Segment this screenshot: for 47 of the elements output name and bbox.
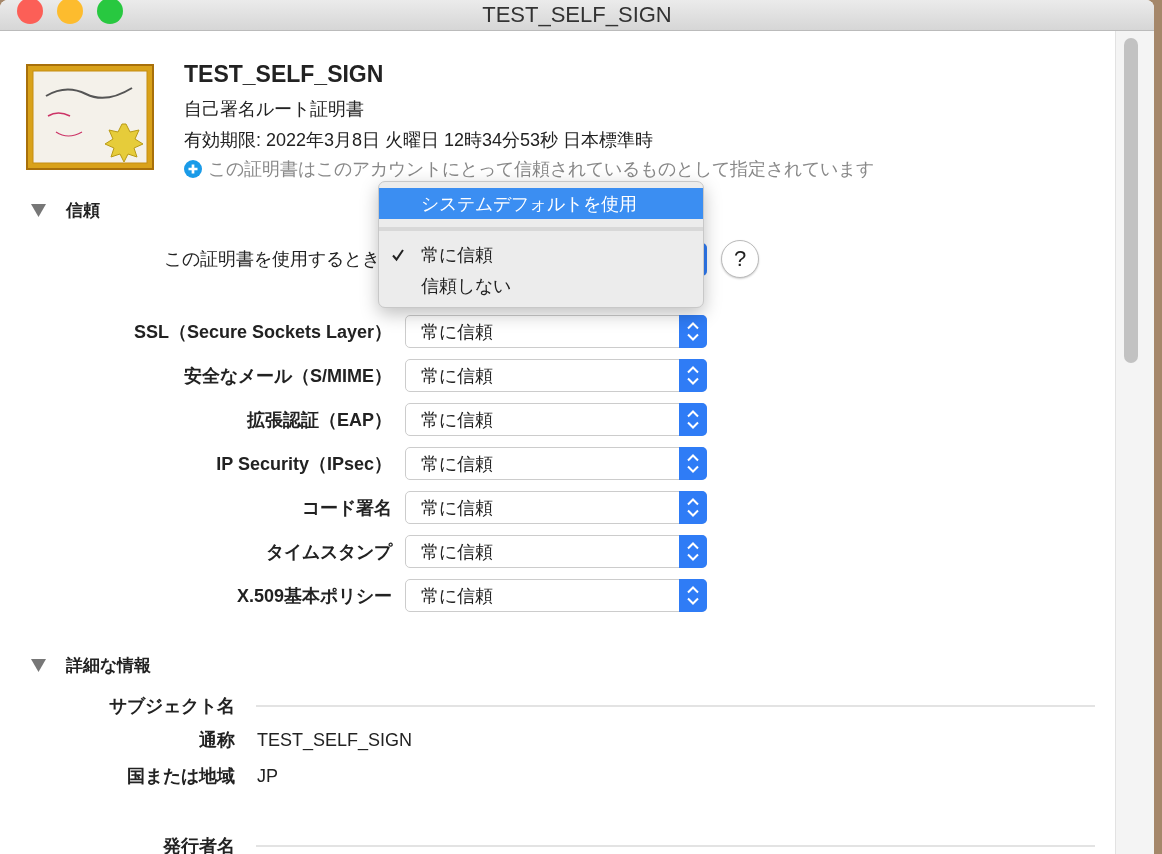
certificate-icon [26,64,154,170]
trust-popup[interactable]: 常に信頼 [405,447,707,480]
stepper-icon [679,315,707,348]
field-value: JP [257,765,278,787]
certificate-name: TEST_SELF_SIGN [184,61,385,88]
when-using-label: この証明書を使用するとき [163,248,380,271]
policy-label: コード署名 [301,496,392,520]
field-label: 通称 [198,729,235,752]
trust-popup[interactable]: 常に信頼 [405,491,707,524]
zoom-button[interactable] [97,0,123,24]
policy-label: 安全なメール（S/MIME） [183,364,392,388]
window-title: TEST_SELF_SIGN [482,2,672,28]
policy-label: X.509基本ポリシー [235,584,392,608]
disclosure-triangle-icon[interactable] [31,203,46,217]
field-label: 国または地域 [126,765,235,788]
expiration-date: 有効期限: 2022年3月8日 火曜日 12時34分53秒 日本標準時 [184,129,655,152]
policy-label: IP Security（IPsec） [215,452,392,476]
checkmark-icon [391,247,405,262]
stepper-icon [679,403,707,436]
trust-popup[interactable]: 常に信頼 [405,315,707,348]
help-button[interactable]: ? [721,240,759,278]
stepper-icon [679,359,707,392]
policy-label: SSL（Secure Sockets Layer） [132,320,392,344]
trust-popup[interactable]: 常に信頼 [405,535,707,568]
stepper-icon [679,491,707,524]
stepper-icon [679,535,707,568]
trust-popup[interactable]: 常に信頼 [405,579,707,612]
section-title: 信頼 [66,199,100,222]
group-heading: サブジェクト名 [108,695,235,718]
disclosure-triangle-icon[interactable] [31,658,46,672]
menu-item[interactable]: 信頼しない [379,270,703,301]
menu-item[interactable]: 常に信頼 [379,239,703,270]
policy-label: タイムスタンプ [265,540,392,564]
stepper-icon [679,447,707,480]
group-heading: 発行者名 [162,835,235,854]
certificate-type: 自己署名ルート証明書 [184,98,365,121]
trust-popup[interactable]: 常に信頼 [405,403,707,436]
close-button[interactable] [17,0,43,24]
section-title: 詳細な情報 [66,654,151,677]
field-value: TEST_SELF_SIGN [257,729,413,751]
minimize-button[interactable] [57,0,83,24]
trust-popup[interactable]: 常に信頼 [405,359,707,392]
stepper-icon [679,579,707,612]
plus-icon [184,160,202,178]
policy-label: 拡張認証（EAP） [246,408,392,432]
trust-note: この証明書はこのアカウントにとって信頼されているものとして指定されています [208,158,874,181]
scrollbar[interactable] [1115,31,1154,854]
